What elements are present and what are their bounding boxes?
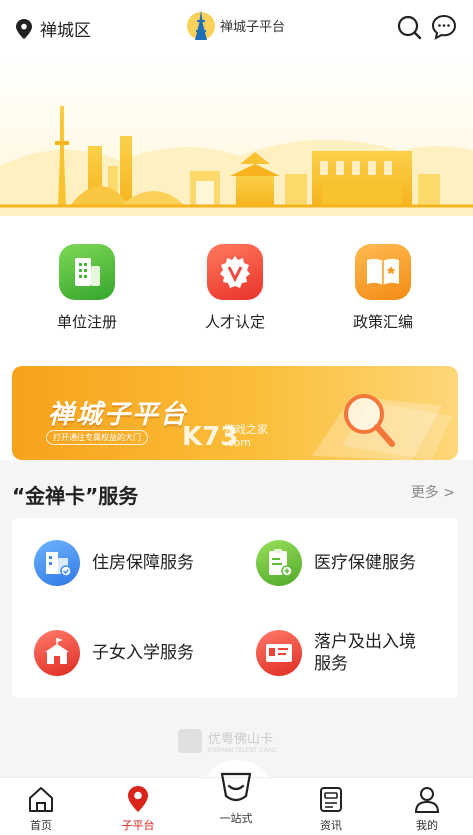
home-icon: [29, 787, 53, 812]
tab-sub-platform[interactable]: 子平台: [108, 784, 168, 833]
quick-entry-label: 人才认定: [204, 313, 265, 331]
service-medical[interactable]: 医疗保健服务: [256, 540, 416, 586]
tab-home[interactable]: 首页: [11, 784, 71, 833]
message-icon[interactable]: [431, 14, 457, 40]
footer-mark-sub: FOSHAN TALENT CARD: [208, 747, 277, 754]
foshan-talent-card-mark: 优粤佛山卡 FOSHAN TALENT CARD: [178, 728, 277, 754]
quick-entries: 单位注册 人才认定 政策汇编: [0, 216, 473, 344]
service-label-line-1: 落户及出入境: [314, 632, 416, 652]
footer-mark-text: 优粤佛山卡: [208, 732, 274, 747]
one-stop-icon: [220, 772, 252, 802]
card-services-header: “金禅卡”服务 更多 >: [0, 462, 473, 518]
promo-section: 禅城子平台 打开通往专属权益的大门 K73 游戏之家 .com: [0, 344, 473, 460]
skyline-illustration: [0, 56, 473, 216]
passport-icon: [256, 630, 302, 676]
quick-entry-label: 单位注册: [56, 313, 117, 331]
more-link[interactable]: 更多 >: [411, 482, 455, 502]
book-icon: [355, 244, 411, 300]
housing-icon: [34, 540, 80, 586]
quick-entry-label: 政策汇编: [352, 313, 413, 331]
v-badge-icon: [207, 244, 263, 300]
top-bar: 禅城区 禅城子平台: [0, 0, 473, 56]
promo-subtitle: 打开通往专属权益的大门: [46, 430, 148, 445]
location-label: 禅城区: [40, 21, 91, 41]
app-screen: 禅城区 禅城子平台 单位注册 人才认定 政策汇编 禅城子平台 打开通往专属权益的…: [0, 0, 473, 835]
watermark-line-2: .com: [224, 436, 251, 449]
tower-logo-icon: [187, 10, 215, 40]
promo-title: 禅城子平台: [48, 400, 189, 430]
section-title: “金禅卡”服务: [12, 484, 139, 508]
city-skyline-banner: [0, 56, 473, 216]
service-hukou-immigration[interactable]: 落户及出入境 服务: [256, 630, 416, 676]
bottom-tab-bar: 首页 子平台 一站式 资讯 我的: [0, 772, 473, 835]
service-housing[interactable]: 住房保障服务: [34, 540, 194, 586]
watermark-line-1: 游戏之家: [224, 423, 268, 436]
medical-icon: [256, 540, 302, 586]
quick-entry-talent-certify[interactable]: 人才认定: [180, 244, 290, 332]
service-label: 住房保障服务: [92, 553, 194, 573]
school-icon: [34, 630, 80, 676]
service-label-line-2: 服务: [314, 654, 348, 674]
talent-card-logo-icon: [178, 729, 202, 753]
profile-icon: [414, 787, 440, 813]
location-selector[interactable]: 禅城区: [16, 16, 91, 41]
watermark-text: 游戏之家 .com: [224, 423, 268, 449]
quick-entry-policy[interactable]: 政策汇编: [328, 244, 438, 332]
service-label: 医疗保健服务: [314, 553, 416, 573]
location-pin-icon: [128, 786, 148, 812]
services-card: 住房保障服务 医疗保健服务 子女入学服务 落户及出入境 服务: [12, 518, 458, 698]
news-icon: [320, 787, 342, 812]
tab-label: 子平台: [121, 819, 155, 832]
building-icon: [59, 244, 115, 300]
tab-label: 我的: [416, 819, 438, 832]
tab-one-stop[interactable]: 一站式: [206, 766, 266, 826]
promo-banner[interactable]: 禅城子平台 打开通往专属权益的大门 K73 游戏之家 .com: [12, 366, 458, 460]
quick-entry-unit-register[interactable]: 单位注册: [32, 244, 142, 332]
tab-news[interactable]: 资讯: [301, 784, 361, 833]
brand-name: 禅城子平台: [220, 19, 286, 35]
tab-label: 首页: [30, 819, 52, 832]
tab-label: 一站式: [219, 812, 253, 825]
service-label: 子女入学服务: [92, 643, 194, 663]
brand: 禅城子平台: [186, 8, 285, 42]
service-label: 落户及出入境 服务: [314, 631, 416, 675]
tab-label: 资讯: [320, 819, 342, 832]
location-pin-icon: [16, 18, 32, 39]
search-icon[interactable]: [396, 14, 422, 40]
service-school[interactable]: 子女入学服务: [34, 630, 194, 676]
tab-profile[interactable]: 我的: [397, 784, 457, 833]
